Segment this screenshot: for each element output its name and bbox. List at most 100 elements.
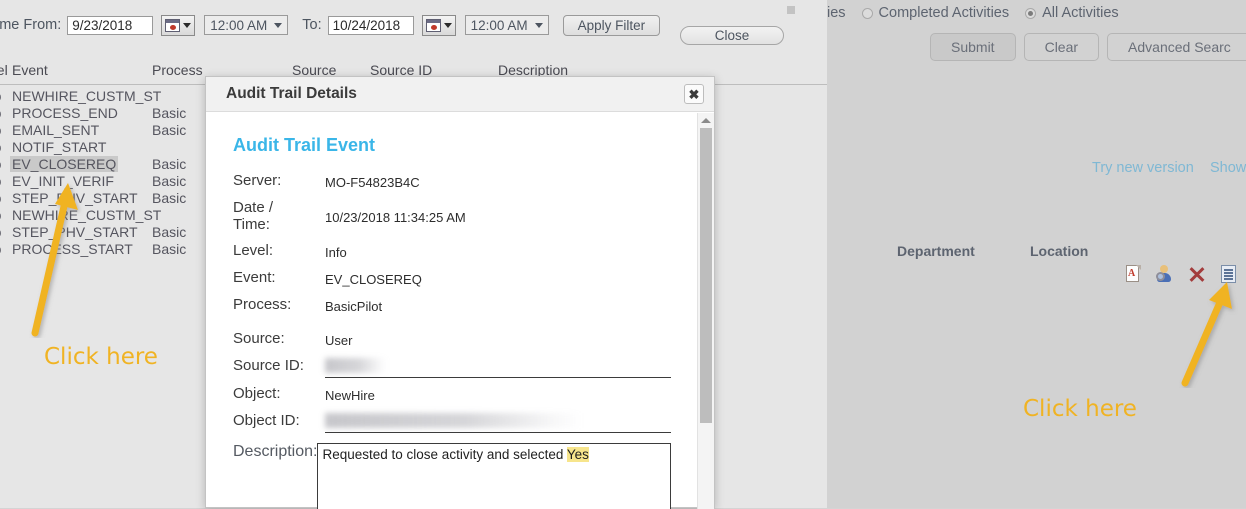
close-icon[interactable]: ✖ bbox=[684, 84, 704, 104]
datetime-label-line2: Time: bbox=[233, 216, 270, 233]
submit-button[interactable]: Submit bbox=[930, 33, 1016, 61]
column-header-level[interactable]: evel bbox=[0, 62, 8, 78]
to-calendar-button[interactable] bbox=[421, 14, 456, 36]
server-label: Server: bbox=[233, 172, 282, 189]
server-value: MO-F54823B4C bbox=[325, 175, 420, 190]
process-label: Process: bbox=[233, 296, 292, 313]
cell-process: Basic bbox=[152, 156, 187, 172]
right-annotation-arrow bbox=[1181, 282, 1232, 387]
cell-process: Basic bbox=[152, 105, 187, 121]
column-header-process[interactable]: Process bbox=[152, 62, 203, 78]
to-date-input[interactable] bbox=[327, 15, 414, 35]
from-date-input[interactable] bbox=[67, 15, 154, 35]
from-calendar-button[interactable] bbox=[161, 14, 196, 36]
object-id-label: Object ID: bbox=[233, 412, 300, 429]
cell-process: Basic bbox=[152, 190, 187, 206]
time-from-label: ime From: bbox=[0, 17, 62, 33]
level-value: Info bbox=[325, 245, 347, 260]
field-level: Level: Info bbox=[233, 242, 671, 262]
cell-level: nfo bbox=[0, 122, 1, 138]
field-server: Server: MO-F54823B4C bbox=[233, 172, 671, 192]
cell-level: nfo bbox=[0, 241, 1, 257]
chevron-down-icon bbox=[183, 22, 192, 28]
source-value: User bbox=[325, 333, 353, 348]
datetime-value: 10/23/2018 11:34:25 AM bbox=[325, 210, 466, 225]
cell-level: nfo bbox=[0, 173, 1, 189]
field-object-id: Object ID: bbox=[233, 412, 671, 433]
apply-filter-button[interactable]: Apply Filter bbox=[562, 14, 661, 36]
column-header-department: Department bbox=[897, 243, 975, 259]
audit-trail-details-dialog: Audit Trail Details ✖ Audit Trail Event … bbox=[205, 76, 715, 509]
filter-bar: ime From: 12:00 AM To: 12:00 AM Apply Fi… bbox=[0, 13, 661, 37]
label-completed-activities[interactable]: Completed Activities bbox=[879, 5, 1010, 21]
to-time-select[interactable]: 12:00 AM bbox=[464, 15, 549, 35]
field-source: Source: User bbox=[233, 330, 671, 350]
dialog-scrollbar[interactable] bbox=[697, 113, 714, 509]
resize-handle[interactable] bbox=[787, 6, 795, 14]
calendar-icon bbox=[165, 18, 181, 32]
close-button[interactable]: Close bbox=[680, 26, 784, 45]
section-heading: Audit Trail Event bbox=[233, 135, 376, 155]
chevron-down-icon bbox=[443, 22, 452, 28]
calendar-icon bbox=[425, 18, 441, 32]
cell-event: NEWHIRE_CUSTM_ST bbox=[12, 88, 162, 104]
field-description: Description: Requested to close activity… bbox=[233, 443, 671, 509]
chevron-down-icon bbox=[534, 22, 543, 28]
column-header-location: Location bbox=[1030, 243, 1089, 259]
redacted-object-id bbox=[325, 413, 583, 428]
object-id-value[interactable] bbox=[325, 412, 671, 433]
clear-button[interactable]: Clear bbox=[1023, 33, 1100, 61]
radio-all-activities[interactable] bbox=[1025, 7, 1037, 19]
cell-process: Basic bbox=[152, 173, 187, 189]
process-value: BasicPilot bbox=[325, 299, 383, 314]
level-label: Level: bbox=[233, 242, 274, 259]
show-link[interactable]: Show bbox=[1210, 160, 1246, 176]
dialog-body: Audit Trail Event Server: MO-F54823B4C D… bbox=[206, 113, 671, 509]
source-label: Source: bbox=[233, 330, 285, 347]
radio-completed-activities[interactable] bbox=[861, 7, 873, 19]
datetime-label: Date / Time: bbox=[233, 199, 325, 233]
event-label: Event: bbox=[233, 269, 276, 286]
cell-process: Basic bbox=[152, 241, 187, 257]
cell-level: nfo bbox=[0, 224, 1, 240]
scrollbar-thumb[interactable] bbox=[700, 128, 712, 423]
search-person-icon[interactable] bbox=[1156, 265, 1174, 283]
try-new-version-link[interactable]: Try new version bbox=[1092, 160, 1194, 176]
description-textarea[interactable]: Requested to close activity and selected… bbox=[317, 443, 671, 509]
left-click-here-annotation: Click here bbox=[44, 344, 158, 370]
cell-event: EMAIL_SENT bbox=[12, 122, 100, 138]
truncated-filter-label: ies bbox=[827, 5, 846, 21]
column-header-event[interactable]: Event bbox=[12, 62, 48, 78]
dialog-title: Audit Trail Details bbox=[226, 85, 357, 102]
to-time-value: 12:00 AM bbox=[470, 17, 528, 33]
object-label: Object: bbox=[233, 385, 281, 402]
right-click-here-annotation: Click here bbox=[1023, 396, 1137, 422]
activity-filter-group: ies Completed Activities All Activities bbox=[827, 5, 1119, 21]
cell-level: nfo bbox=[0, 190, 1, 206]
cell-level: nfo bbox=[0, 207, 1, 223]
description-text: Requested to close activity and selected bbox=[322, 447, 567, 462]
description-label: Description: bbox=[233, 443, 318, 460]
activities-pane: ies Completed Activities All Activities … bbox=[827, 0, 1246, 508]
from-time-value: 12:00 AM bbox=[210, 17, 268, 33]
field-datetime: Date / Time: 10/23/2018 11:34:25 AM bbox=[233, 199, 671, 233]
from-time-select[interactable]: 12:00 AM bbox=[204, 15, 289, 35]
description-highlight: Yes bbox=[566, 447, 589, 462]
cell-process: Basic bbox=[152, 122, 187, 138]
scroll-up-arrow-icon[interactable] bbox=[698, 113, 714, 128]
cell-level: nfo bbox=[0, 88, 1, 104]
field-event: Event: EV_CLOSEREQ bbox=[233, 269, 671, 289]
cell-process: Basic bbox=[152, 224, 187, 240]
cell-event: EV_CLOSEREQ bbox=[10, 156, 119, 172]
pdf-icon[interactable]: A bbox=[1124, 265, 1142, 283]
cell-level: nfo bbox=[0, 139, 1, 155]
chevron-down-icon bbox=[274, 22, 283, 28]
label-all-activities[interactable]: All Activities bbox=[1042, 5, 1119, 21]
source-id-value[interactable] bbox=[325, 357, 671, 378]
cell-event: NOTIF_START bbox=[12, 139, 107, 155]
source-id-label: Source ID: bbox=[233, 357, 304, 374]
field-object: Object: NewHire bbox=[233, 385, 671, 405]
cell-level: nfo bbox=[0, 105, 1, 121]
redacted-source-id bbox=[325, 358, 387, 373]
advanced-search-button[interactable]: Advanced Searc bbox=[1107, 33, 1246, 61]
